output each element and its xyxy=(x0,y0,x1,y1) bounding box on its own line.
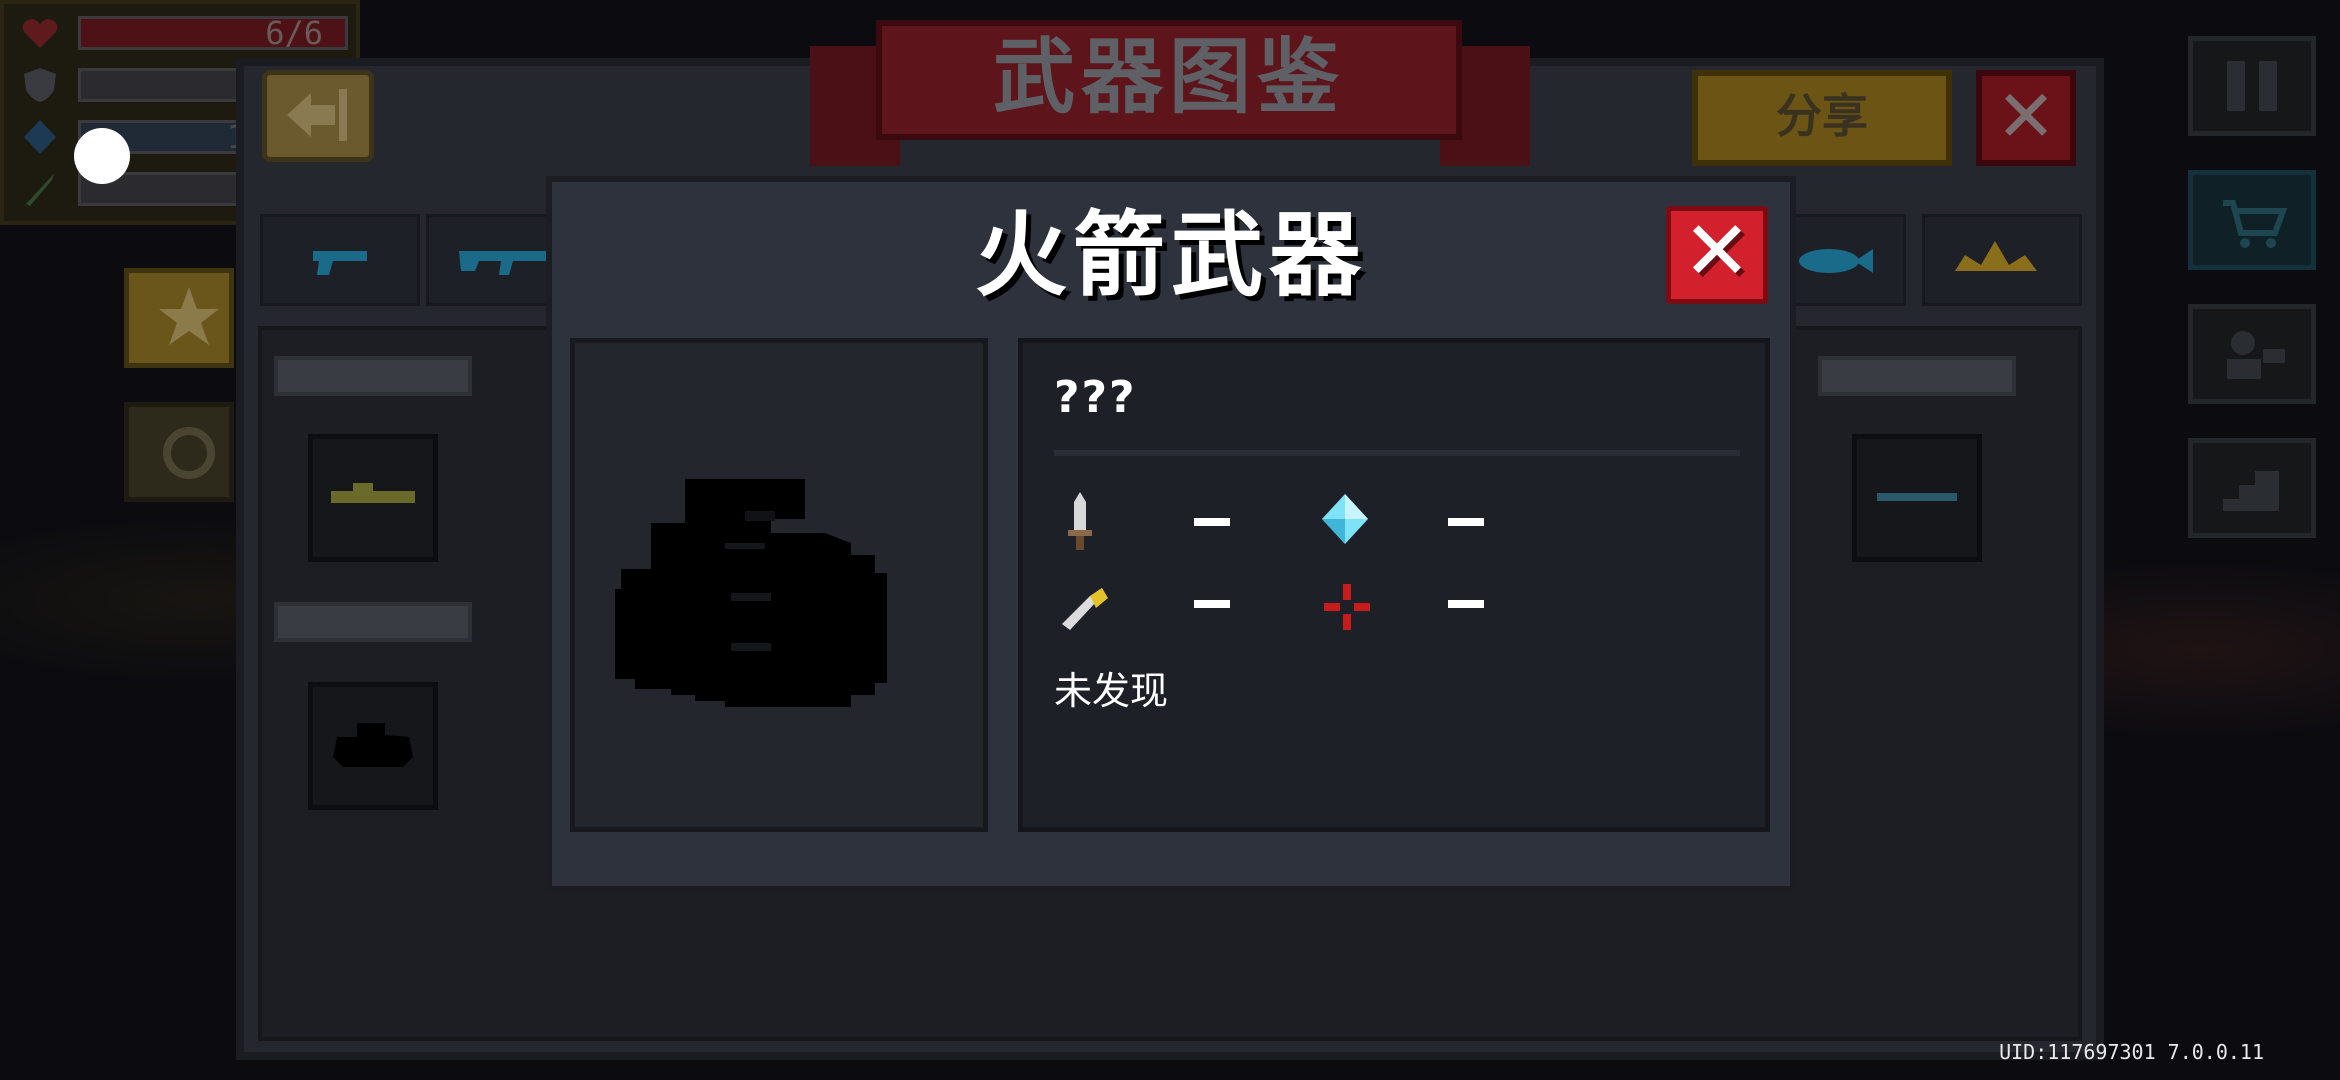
weapon-card-rocket[interactable] xyxy=(308,682,438,810)
pistol-icon xyxy=(313,251,367,275)
crosshair-icon xyxy=(1324,584,1370,630)
codex-close-button[interactable]: ✕ xyxy=(1976,70,2076,166)
codex-title: 武器图鉴 xyxy=(876,20,1462,140)
tab-pistol[interactable] xyxy=(260,214,420,306)
weapon-card-laser[interactable] xyxy=(1852,434,1982,562)
pause-button[interactable] xyxy=(2188,36,2316,136)
shop-button[interactable] xyxy=(2188,170,2316,270)
back-arrow-icon xyxy=(287,89,347,141)
profile-button[interactable] xyxy=(2188,304,2316,404)
modal-title: 火箭武器 xyxy=(974,202,1367,309)
energy-diamond-icon xyxy=(24,120,56,154)
crit-knife-icon xyxy=(1062,588,1108,630)
info-divider xyxy=(1054,450,1740,456)
accuracy-value xyxy=(1448,600,1484,608)
card-title-slot xyxy=(274,356,472,396)
pause-icon xyxy=(2227,61,2277,111)
heart-icon xyxy=(22,19,58,48)
stairs-icon xyxy=(2223,471,2279,511)
bazooka-icon xyxy=(331,483,415,503)
energy-crystal-icon xyxy=(1322,494,1368,544)
share-button[interactable]: 分享 xyxy=(1692,70,1952,166)
modal-close-button[interactable]: ✕ xyxy=(1666,206,1768,304)
uid-version-label: UID:117697301 7.0.0.11 xyxy=(1999,1040,2264,1064)
shield-icon xyxy=(24,68,56,102)
discovery-status: 未发现 xyxy=(1054,669,1169,713)
weapon-card-bazooka[interactable] xyxy=(308,434,438,562)
card-title-slot xyxy=(274,602,472,642)
crit-value xyxy=(1194,600,1230,608)
weapon-image-panel xyxy=(570,338,988,832)
cart-icon xyxy=(2223,200,2288,248)
person-icon xyxy=(2227,331,2285,379)
refresh-tab-button[interactable] xyxy=(124,402,234,502)
weapon-name: ??? xyxy=(1054,372,1137,423)
card-title-slot xyxy=(1818,356,2016,396)
health-value: 6/6 xyxy=(78,16,348,50)
rocket-silhouette-icon xyxy=(615,479,887,707)
tab-gold-weapons[interactable] xyxy=(1922,214,2082,306)
sword-icon xyxy=(26,174,54,206)
gold-crown-icon xyxy=(1955,241,2037,271)
refresh-icon xyxy=(163,427,215,479)
energy-cost-value xyxy=(1448,518,1484,526)
rocket-silhouette-icon xyxy=(333,723,413,767)
laser-gun-icon xyxy=(1877,493,1957,501)
health-row: 6/6 xyxy=(20,12,350,54)
sword-damage-icon xyxy=(1068,492,1092,550)
back-button[interactable] xyxy=(262,70,374,162)
touch-indicator xyxy=(74,128,130,184)
damage-value xyxy=(1194,518,1230,526)
exit-button[interactable] xyxy=(2188,438,2316,538)
favorite-tab-button[interactable] xyxy=(124,268,234,368)
star-icon xyxy=(159,287,219,345)
